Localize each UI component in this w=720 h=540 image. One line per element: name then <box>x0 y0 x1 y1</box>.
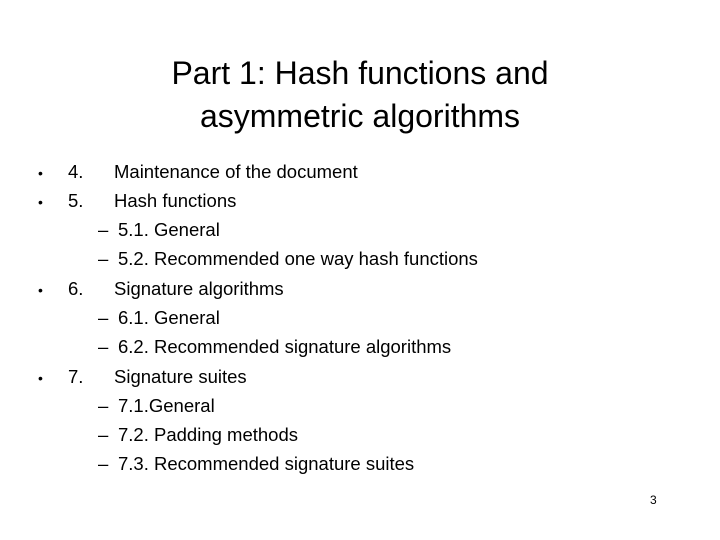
list-item-label: Maintenance of the document <box>114 161 358 182</box>
dash-marker: – <box>98 248 109 269</box>
list-item-number: 6. <box>68 278 84 299</box>
sub-list-item-label: 6.2. Recommended signature algorithms <box>118 336 452 357</box>
sub-list-item-label: 5.2. Recommended one way hash functions <box>118 248 478 269</box>
dash-marker: – <box>98 219 109 240</box>
page-number: 3 <box>650 493 657 507</box>
bullet-marker: • <box>38 282 43 298</box>
list-item-label: Hash functions <box>114 190 237 211</box>
list-item-label: Signature suites <box>114 366 247 387</box>
slide: Part 1: Hash functions and asymmetric al… <box>0 0 720 540</box>
dash-marker: – <box>98 336 109 357</box>
bullet-list: • 4. Maintenance of the document • 5. Ha… <box>0 0 720 540</box>
bullet-marker: • <box>38 370 43 386</box>
bullet-marker: • <box>38 165 43 181</box>
dash-marker: – <box>98 424 109 445</box>
sub-list-item-label: 5.1. General <box>118 219 220 240</box>
sub-list-item-label: 7.3. Recommended signature suites <box>118 453 415 474</box>
sub-list-item-label: 7.1.General <box>118 395 215 416</box>
list-item-number: 4. <box>68 161 84 182</box>
list-item-number: 7. <box>68 366 84 387</box>
dash-marker: – <box>98 453 109 474</box>
list-item-label: Signature algorithms <box>114 278 284 299</box>
dash-marker: – <box>98 307 109 328</box>
sub-list-item-label: 6.1. General <box>118 307 220 328</box>
list-item-number: 5. <box>68 190 84 211</box>
dash-marker: – <box>98 395 109 416</box>
sub-list-item-label: 7.2. Padding methods <box>118 424 298 445</box>
bullet-marker: • <box>38 194 43 210</box>
